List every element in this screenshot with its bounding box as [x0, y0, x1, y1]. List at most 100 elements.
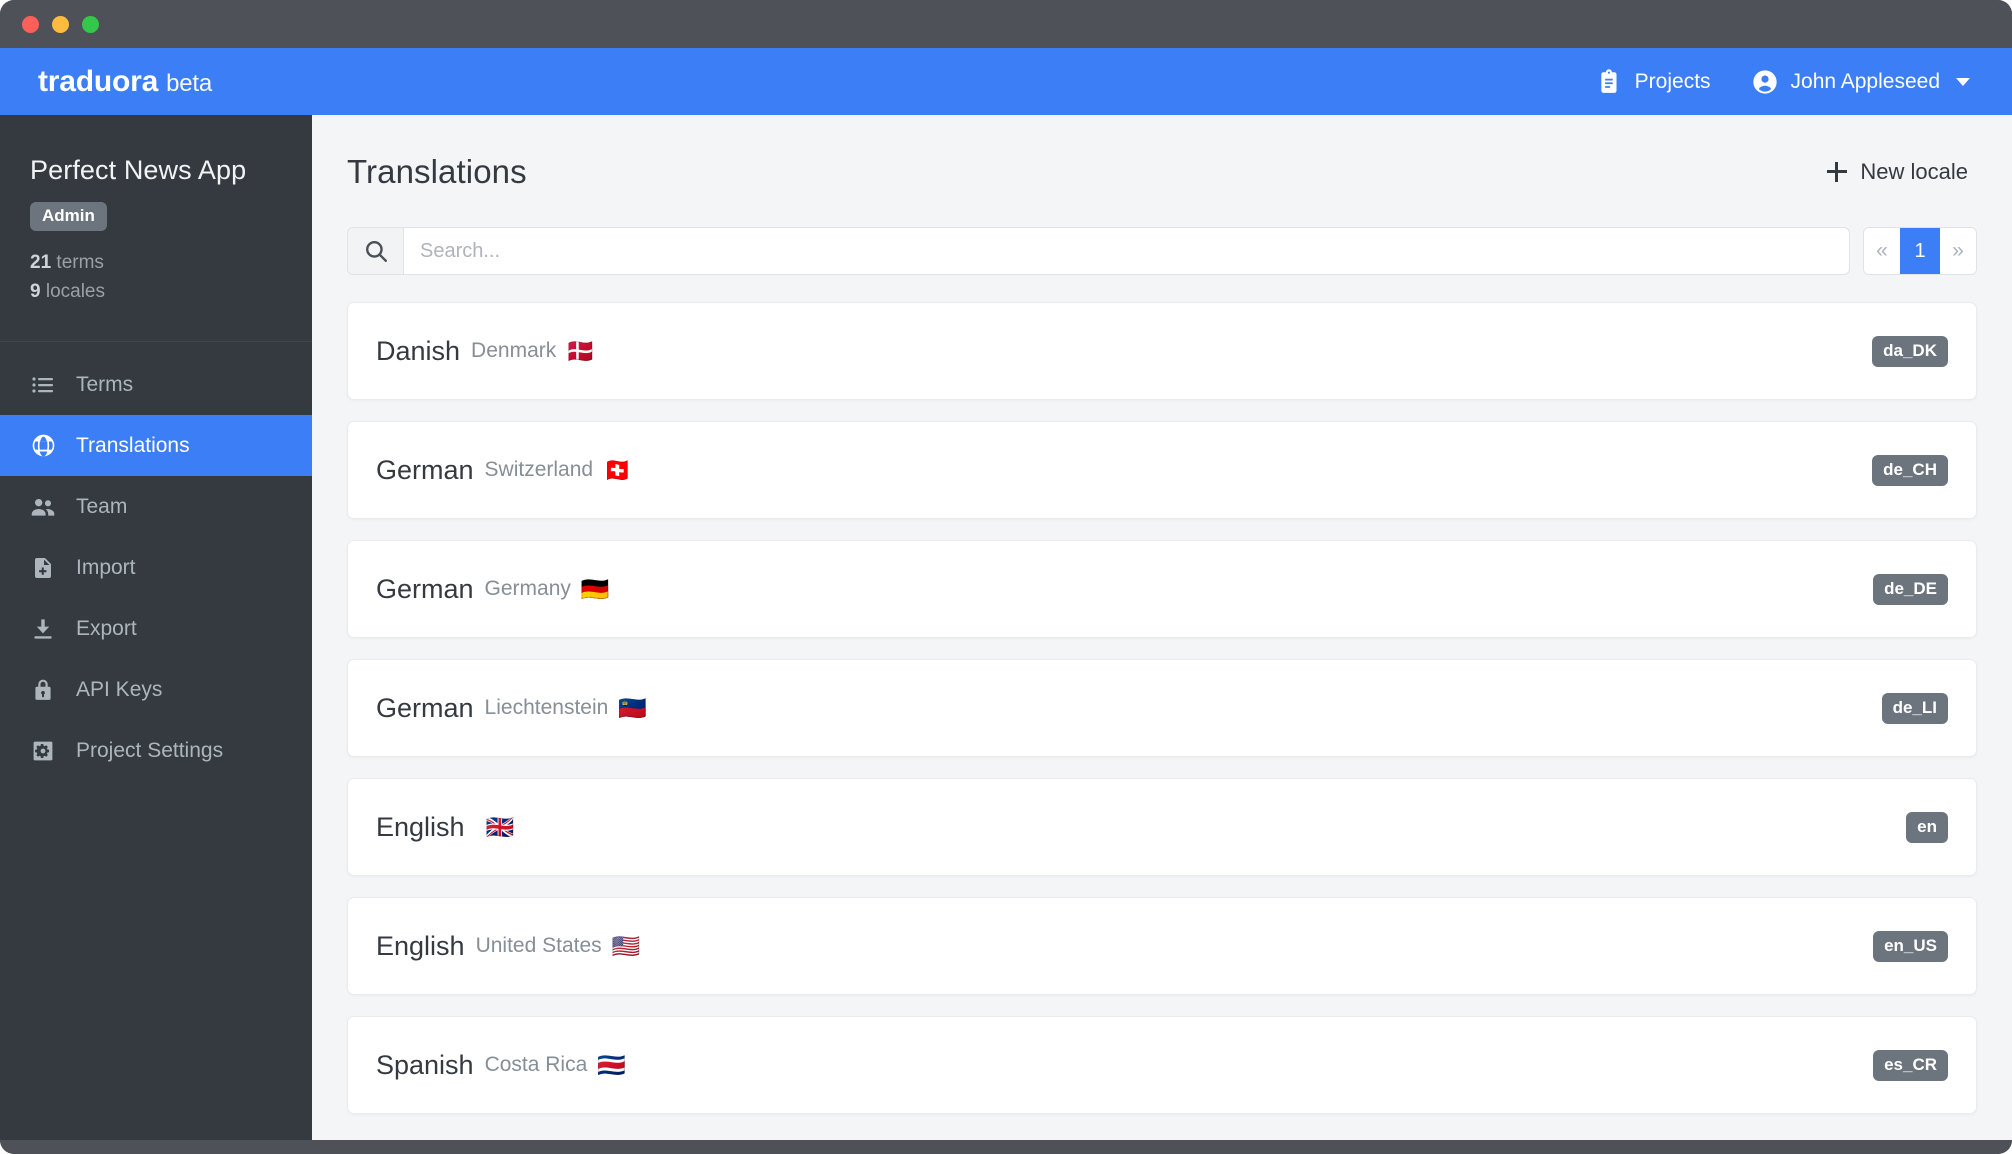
sidebar-item-label: Team [76, 494, 128, 518]
maximize-window-button[interactable] [82, 15, 99, 33]
gear-icon [30, 738, 56, 764]
locale-code-badge: en [1906, 811, 1948, 843]
search-input[interactable] [404, 228, 1849, 274]
sidebar-item-api-keys[interactable]: API Keys [0, 659, 312, 720]
sidebar: Perfect News App Admin 21 terms 9 locale… [0, 115, 312, 1140]
list-item[interactable]: English 🇬🇧 en [347, 778, 1977, 876]
locale-country: Switzerland [484, 458, 594, 481]
list-item[interactable]: German Germany 🇩🇪 de_DE [347, 540, 1977, 638]
list-item[interactable]: Danish Denmark 🇩🇰 da_DK [347, 302, 1977, 400]
sidebar-nav: Terms Translations Team Import Export AP… [0, 354, 312, 781]
brand-beta-tag: beta [166, 69, 213, 97]
project-stats: 21 terms 9 locales [30, 248, 282, 306]
sidebar-divider [0, 341, 312, 342]
sidebar-item-translations[interactable]: Translations [0, 415, 312, 476]
locale-country: Germany [484, 577, 571, 600]
locale-country: United States [475, 934, 602, 957]
locales-label: locales [45, 281, 106, 302]
browser-window: traduora beta Projects John Appleseed Pe… [0, 0, 2012, 1154]
content-header: Translations New locale [312, 115, 2012, 191]
sidebar-item-import[interactable]: Import [0, 537, 312, 598]
flag-icon: 🇨🇭 [603, 456, 632, 483]
list-item[interactable]: German Switzerland 🇨🇭 de_CH [347, 421, 1977, 519]
list-item[interactable]: Spanish Costa Rica 🇨🇷 es_CR [347, 1016, 1977, 1114]
locale-language: German [376, 692, 474, 723]
header-actions: Projects John Appleseed [1597, 68, 1970, 96]
flag-icon: 🇺🇸 [611, 932, 641, 959]
pagination-page-1[interactable]: 1 [1900, 228, 1940, 274]
search-box [347, 227, 1850, 275]
sidebar-item-label: Import [76, 555, 136, 579]
lock-icon [30, 677, 56, 703]
window-bottom-frame [0, 1140, 2012, 1154]
pagination-prev-button[interactable]: « [1864, 228, 1900, 274]
locale-language: English [376, 930, 465, 961]
locale-country: Costa Rica [484, 1053, 588, 1076]
people-icon [30, 494, 56, 520]
locale-code-badge: de_DE [1873, 573, 1948, 605]
user-menu[interactable]: John Appleseed [1751, 68, 1970, 96]
minimize-window-button[interactable] [52, 15, 69, 33]
locale-country: Denmark [471, 339, 557, 362]
list-item[interactable]: German Liechtenstein 🇱🇮 de_LI [347, 659, 1977, 757]
avatar-icon [1751, 68, 1779, 96]
pagination-next-button[interactable]: » [1940, 228, 1976, 274]
locale-language: Danish [376, 335, 461, 366]
locale-code-badge: de_LI [1881, 692, 1948, 724]
sidebar-item-export[interactable]: Export [0, 598, 312, 659]
search-icon [348, 228, 404, 274]
sidebar-item-team[interactable]: Team [0, 476, 312, 537]
projects-link[interactable]: Projects [1597, 68, 1711, 95]
locales-count: 9 [30, 281, 41, 302]
sidebar-item-label: Project Settings [76, 738, 224, 762]
plus-icon [1827, 162, 1848, 182]
locales-stat: 9 locales [30, 277, 282, 306]
brand-name: traduora [38, 64, 159, 98]
project-summary: Perfect News App Admin 21 terms 9 locale… [0, 115, 312, 306]
application-root: traduora beta Projects John Appleseed Pe… [0, 48, 2012, 1140]
list-icon [30, 372, 56, 398]
role-badge: Admin [30, 202, 107, 231]
window-titlebar [0, 0, 2012, 48]
chevron-down-icon [1956, 77, 1970, 86]
sidebar-item-label: Terms [76, 372, 134, 396]
locale-language: Spanish [376, 1049, 474, 1080]
flag-icon: 🇱🇮 [618, 694, 647, 721]
flag-icon: 🇩🇪 [580, 575, 610, 602]
download-icon [30, 616, 56, 642]
locale-list: Danish Denmark 🇩🇰 da_DK German Switzerla… [347, 302, 1977, 1114]
locale-code-badge: de_CH [1872, 454, 1948, 486]
locale-code-badge: es_CR [1873, 1049, 1948, 1081]
projects-label: Projects [1634, 69, 1711, 93]
page-title: Translations [347, 153, 527, 190]
sidebar-item-label: API Keys [76, 677, 163, 701]
app-header: traduora beta Projects John Appleseed [0, 48, 2012, 115]
flag-icon: 🇬🇧 [485, 813, 515, 840]
locale-code-badge: da_DK [1872, 335, 1948, 367]
sidebar-item-label: Export [76, 616, 137, 640]
flag-icon: 🇨🇷 [597, 1051, 626, 1078]
locale-language: German [376, 454, 474, 485]
file-plus-icon [30, 555, 56, 581]
list-item[interactable]: English United States 🇺🇸 en_US [347, 897, 1977, 995]
flag-icon: 🇩🇰 [566, 337, 595, 364]
sidebar-item-project-settings[interactable]: Project Settings [0, 720, 312, 781]
locale-country: Liechtenstein [484, 696, 609, 719]
close-window-button[interactable] [22, 15, 39, 33]
project-name: Perfect News App [30, 155, 247, 185]
user-name-label: John Appleseed [1790, 69, 1940, 93]
globe-icon [30, 433, 56, 459]
terms-label: terms [56, 252, 104, 273]
main-content: Translations New locale Search... « 1 » … [312, 115, 2012, 1140]
locale-code-badge: en_US [1873, 930, 1948, 962]
terms-stat: 21 terms [30, 248, 282, 277]
brand-logo[interactable]: traduora beta [38, 65, 212, 99]
clipboard-icon [1597, 68, 1623, 95]
new-locale-button[interactable]: New locale [1827, 159, 1968, 185]
locale-language: English [376, 811, 465, 842]
sidebar-item-terms[interactable]: Terms [0, 354, 312, 415]
locale-language: German [376, 573, 474, 604]
new-locale-label: New locale [1860, 159, 1968, 184]
sidebar-item-label: Translations [76, 433, 190, 457]
pagination: « 1 » [1863, 227, 1977, 275]
